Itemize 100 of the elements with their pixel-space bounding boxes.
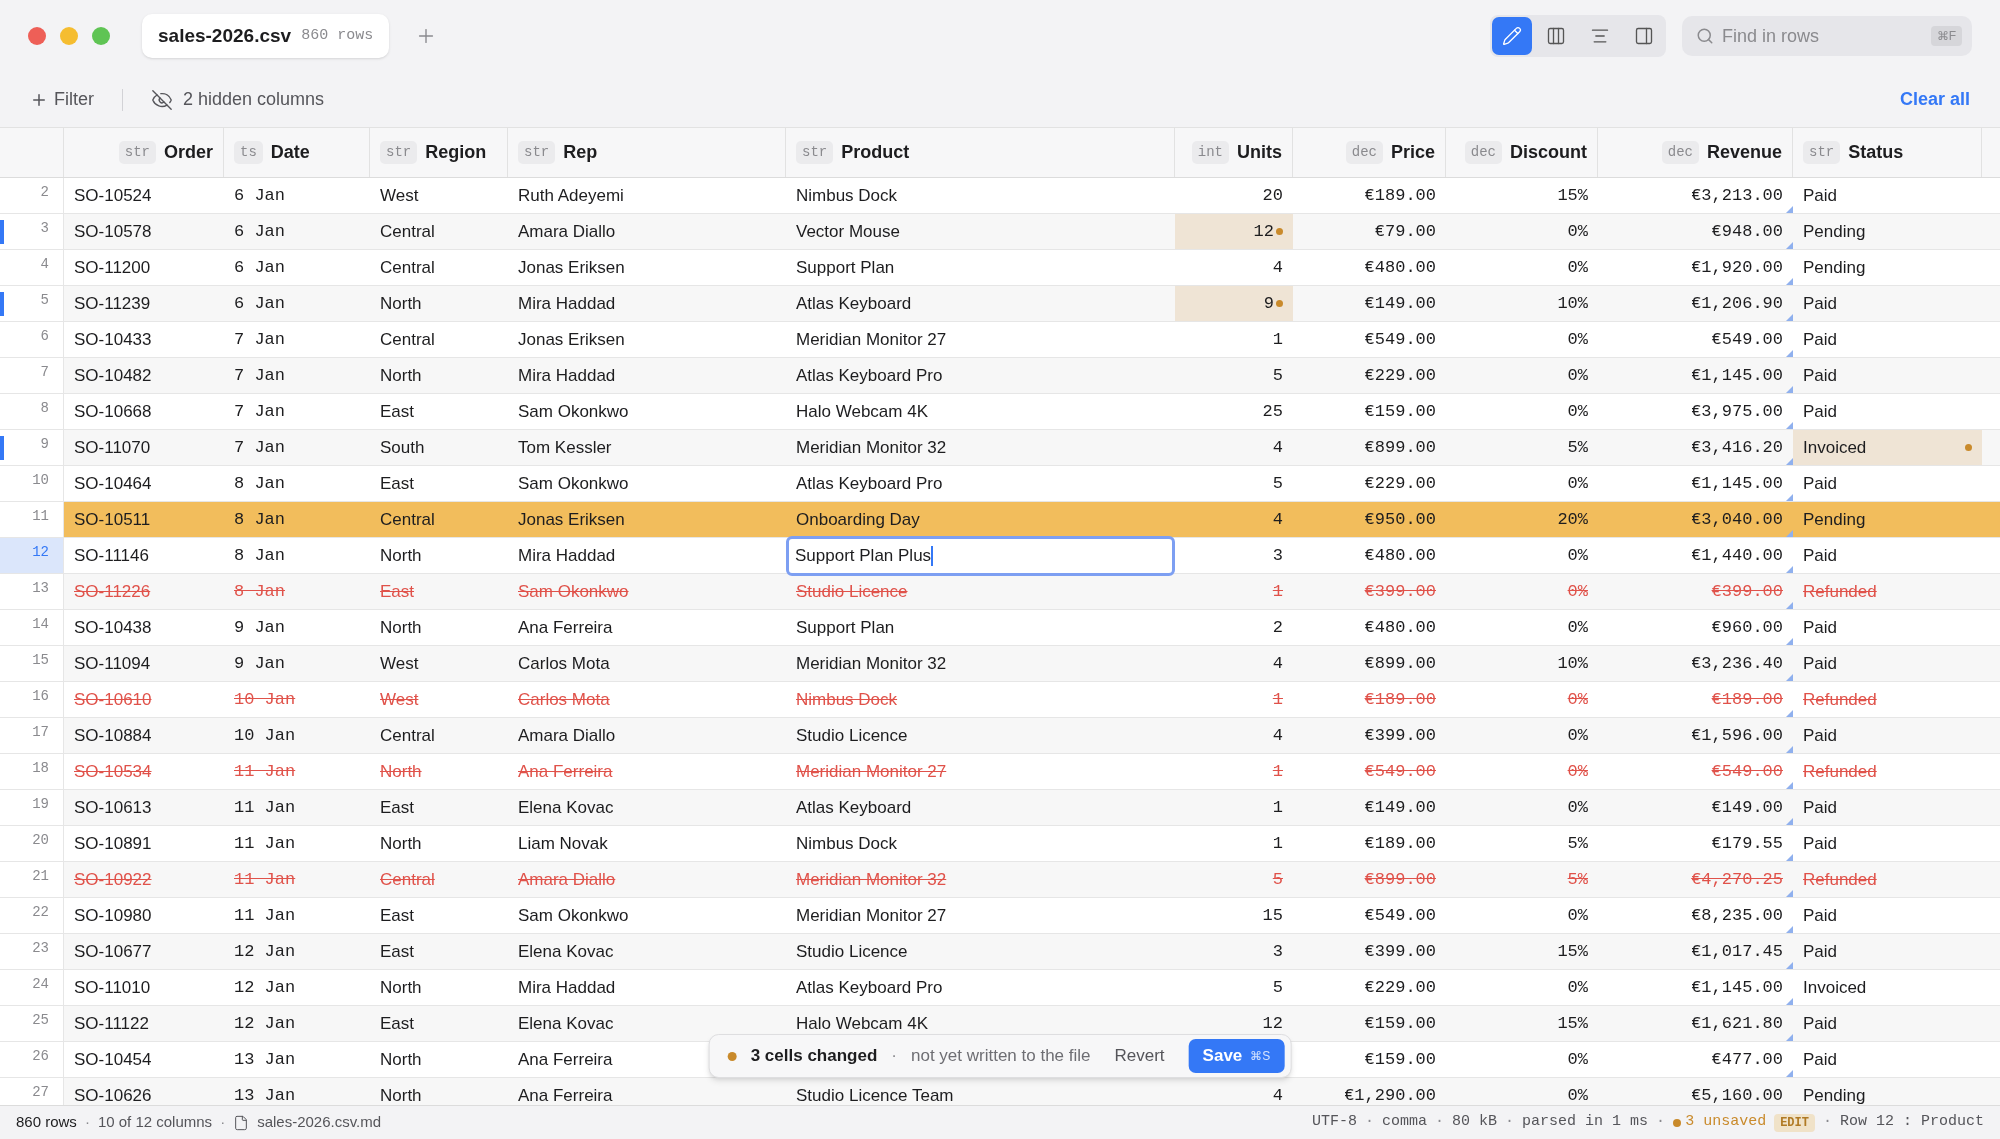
table-row[interactable]: 18 SO-10534 11 Jan North Ana Ferreira Meridian Monitor 27 1 €549.00 0% €549.00 Refunded (0, 754, 2000, 790)
save-button[interactable]: Save ⌘S (1188, 1039, 1285, 1073)
table-row[interactable]: 25 SO-11122 12 Jan East Elena Kovac Halo Webcam 4K 12 €159.00 15% €1,621.80 Paid (0, 1006, 2000, 1042)
table-cell-text: 5 (1272, 868, 1283, 891)
table-row[interactable]: 21 SO-10922 11 Jan Central Amara Diallo Meridian Monitor 32 5 €899.00 5% €4,270.25 Refunded (0, 862, 2000, 898)
column-header[interactable]: str Order (64, 128, 224, 177)
row-number[interactable]: 2 (0, 178, 64, 214)
table-row[interactable]: 3 SO-10578 6 Jan Central Amara Diallo Vector Mouse 12 €79.00 0% €948.00 Pending (0, 214, 2000, 250)
table-row[interactable]: 27 SO-10626 13 Jan North Ana Ferreira Studio Licence Team 4 €1,290.00 0% €5,160.00 Pending (0, 1078, 2000, 1105)
table-row[interactable]: 17 SO-10884 10 Jan Central Amara Diallo Studio Licence 4 €399.00 0% €1,596.00 Paid (0, 718, 2000, 754)
view-button[interactable] (1492, 17, 1532, 55)
table-cell-text: Atlas Keyboard (796, 292, 912, 315)
table-cell-text: Paid (1803, 724, 1838, 747)
changes-count: 3 cells changed (750, 1045, 878, 1068)
table-cell-text: Atlas Keyboard (796, 796, 912, 819)
column-title: Revenue (1706, 141, 1782, 164)
table-cell-text: SO-10613 (74, 796, 152, 819)
table-row[interactable]: 6 SO-10433 7 Jan Central Jonas Eriksen Meridian Monitor 27 1 €549.00 0% €549.00 Paid (0, 322, 2000, 358)
table-row[interactable]: 10 SO-10464 8 Jan East Sam Okonkwo Atlas Keyboard Pro 5 €229.00 0% €1,145.00 Paid (0, 466, 2000, 502)
table-cell-text: €159.00 (1364, 1048, 1436, 1071)
column-header[interactable]: str Rep (508, 128, 786, 177)
row-number[interactable]: 6 (0, 322, 64, 358)
table-row[interactable]: 9 SO-11070 7 Jan South Tom Kessler Meridian Monitor 32 4 €899.00 5% €3,416.20 Invoiced (0, 430, 2000, 466)
revert-button[interactable]: Revert (1104, 1043, 1175, 1069)
table-row[interactable]: 11 SO-10511 8 Jan Central Jonas Eriksen Onboarding Day 4 €950.00 20% €3,040.00 Pending (0, 502, 2000, 538)
row-number[interactable]: 25 (0, 1006, 64, 1042)
row-number[interactable]: 3 (0, 214, 64, 250)
table-row[interactable]: 22 SO-10980 11 Jan East Sam Okonkwo Meridian Monitor 27 15 €549.00 0% €8,235.00 Paid (0, 898, 2000, 934)
table-row[interactable]: 2 SO-10524 6 Jan West Ruth Adeyemi Nimbus Dock 20 €189.00 15% €3,213.00 Paid (0, 178, 2000, 214)
table-cell-text: Ana Ferreira (518, 1048, 613, 1071)
table-cell-text: €189.00 (1711, 688, 1783, 711)
row-number[interactable]: 22 (0, 898, 64, 934)
column-header[interactable]: str Region (370, 128, 508, 177)
edit-field[interactable]: Support Plan Plus (786, 536, 1175, 576)
table-row[interactable]: 14 SO-10438 9 Jan North Ana Ferreira Support Plan 2 €480.00 0% €960.00 Paid (0, 610, 2000, 646)
table-cell-text: 10 Jan (234, 688, 296, 711)
filter-button[interactable]: Filter (30, 86, 94, 113)
table-cell-text: €399.00 (1364, 580, 1436, 603)
column-header[interactable]: str Product (786, 128, 1175, 177)
table-cell-text: 11 Jan (234, 832, 296, 855)
table-cell-text: 11 Jan (234, 904, 296, 927)
table-cell-text: North (380, 832, 422, 855)
column-header[interactable]: dec Revenue (1598, 128, 1793, 177)
file-tab[interactable]: sales-2026.csv 860 rows (142, 14, 390, 58)
table-row[interactable]: 16 SO-10610 10 Jan West Carlos Mota Nimbus Dock 1 €189.00 0% €189.00 Refunded (0, 682, 2000, 718)
table-row[interactable]: 20 SO-10891 11 Jan North Liam Novak Nimbus Dock 1 €189.00 5% €179.55 Paid (0, 826, 2000, 862)
row-number[interactable]: 10 (0, 466, 64, 502)
row-number[interactable]: 19 (0, 790, 64, 826)
column-header[interactable]: str Status (1793, 128, 1982, 177)
table-cell-text: Studio Licence (796, 580, 908, 603)
table-cell-text: €1,145.00 (1691, 472, 1783, 495)
row-number[interactable]: 20 (0, 826, 64, 862)
table-cell-text: SO-10891 (74, 832, 152, 855)
status-text: 860 rows (16, 1112, 77, 1133)
table-cell-text: 20 (1262, 184, 1283, 207)
table-cell-text: €399.00 (1364, 940, 1436, 963)
table-cell-text: Paid (1803, 832, 1838, 855)
column-header[interactable]: dec Price (1293, 128, 1446, 177)
row-number[interactable]: 18 (0, 754, 64, 790)
table-cell-text: 12 Jan (234, 1012, 296, 1035)
zoom-button[interactable] (92, 27, 110, 45)
row-number[interactable]: 23 (0, 934, 64, 970)
table-row[interactable]: 4 SO-11200 6 Jan Central Jonas Eriksen Support Plan 4 €480.00 0% €1,920.00 Pending (0, 250, 2000, 286)
table-row[interactable]: 5 SO-11239 6 Jan North Mira Haddad Atlas Keyboard 9 €149.00 10% €1,206.90 Paid (0, 286, 2000, 322)
table-row[interactable]: 8 SO-10668 7 Jan East Sam Okonkwo Halo Webcam 4K 25 €159.00 0% €3,975.00 Paid (0, 394, 2000, 430)
separator: · (1505, 1112, 1515, 1133)
column-header[interactable]: dec Discount (1446, 128, 1598, 177)
close-button[interactable] (28, 27, 46, 45)
separator: · (1435, 1112, 1445, 1133)
table-cell-text: Support Plan (796, 256, 895, 279)
row-number[interactable]: 26 (0, 1042, 64, 1078)
table-cell-text: SO-11239 (74, 292, 151, 315)
row-number[interactable]: 13 (0, 574, 64, 610)
table-cell-text: 1 (1272, 760, 1283, 783)
clear-all-link[interactable]: Clear all (1899, 86, 1970, 113)
table-cell-text: SO-10464 (74, 472, 152, 495)
table-row[interactable]: 23 SO-10677 12 Jan East Elena Kovac Studio Licence 3 €399.00 15% €1,017.45 Paid (0, 934, 2000, 970)
hidden-columns-button[interactable]: 2 hidden columns (151, 86, 325, 113)
column-header[interactable]: int Units (1175, 128, 1293, 177)
table-cell-text: €1,621.80 (1691, 1012, 1783, 1035)
row-number[interactable]: 4 (0, 250, 64, 286)
side-panel-icon (1634, 26, 1654, 46)
row-number[interactable]: 8 (0, 394, 64, 430)
table-row[interactable]: 13 SO-11226 8 Jan East Sam Okonkwo Studio Licence 1 €399.00 0% €399.00 Refunded (0, 574, 2000, 610)
search-icon (1696, 27, 1714, 45)
row-number[interactable]: 9 (0, 430, 64, 466)
table-cell-text: €899.00 (1364, 652, 1436, 675)
table-row[interactable]: 12 SO-11146 8 Jan North Mira Haddad Support Plan Plus 3 €480.00 0% €1,440.00 Paid (0, 538, 2000, 574)
column-header[interactable]: ts Date (224, 128, 370, 177)
table-row[interactable]: 7 SO-10482 7 Jan North Mira Haddad Atlas Keyboard Pro 5 €229.00 0% €1,145.00 Paid (0, 358, 2000, 394)
table-row[interactable]: 19 SO-10613 11 Jan East Elena Kovac Atlas Keyboard 1 €149.00 0% €149.00 Paid (0, 790, 2000, 826)
table-cell-text: €159.00 (1364, 400, 1436, 423)
table-row[interactable]: 15 SO-11094 9 Jan West Carlos Mota Meridian Monitor 32 4 €899.00 10% €3,236.40 Paid (0, 646, 2000, 682)
table-cell-text: Refunded (1803, 868, 1877, 891)
row-number[interactable]: 14 (0, 610, 64, 646)
row-number[interactable]: 16 (0, 682, 64, 718)
row-number[interactable]: 24 (0, 970, 64, 1006)
column-title: Units (1237, 141, 1282, 164)
table-cell-text: €549.00 (1364, 328, 1436, 351)
table-row[interactable]: 24 SO-11010 12 Jan North Mira Haddad Atlas Keyboard Pro 5 €229.00 0% €1,145.00 Invoiced (0, 970, 2000, 1006)
